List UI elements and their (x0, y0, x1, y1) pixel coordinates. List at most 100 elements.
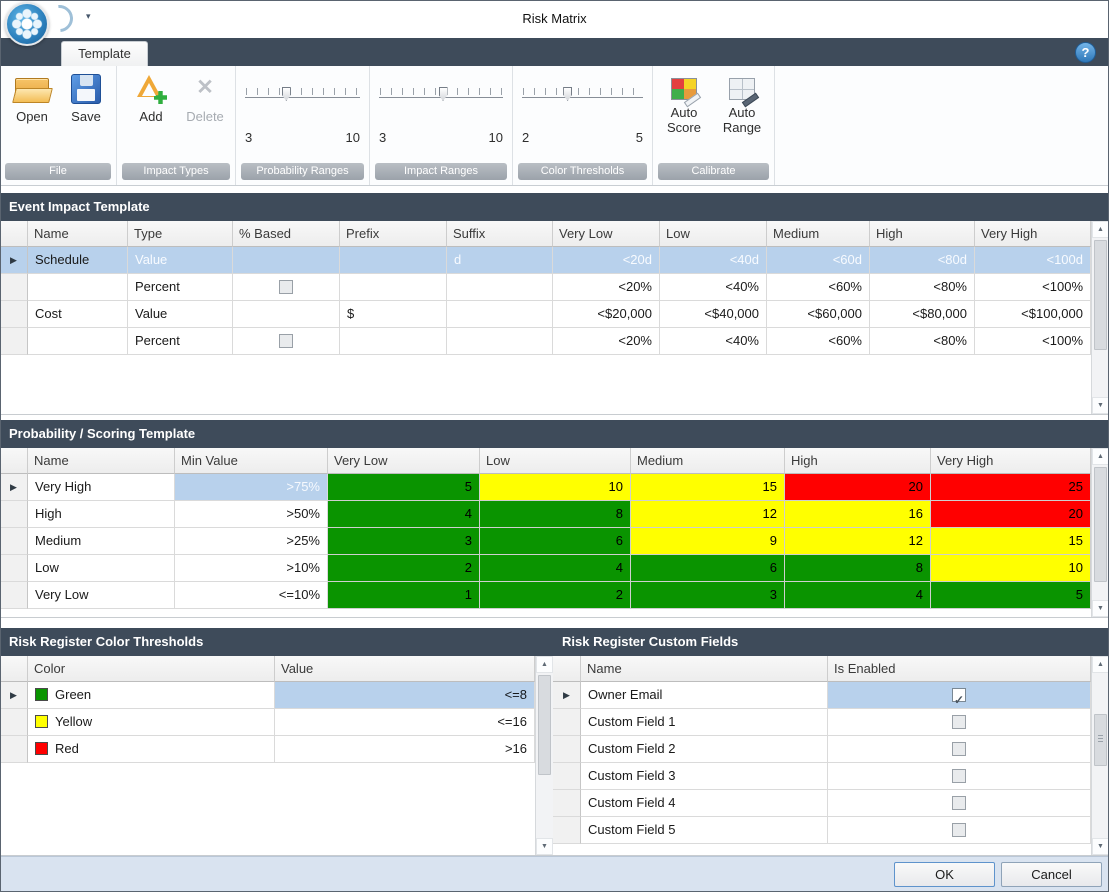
score-cell[interactable]: 10 (480, 474, 631, 501)
column-header-pct-based[interactable]: % Based (233, 221, 340, 247)
cell-min-value[interactable]: <=10% (175, 582, 328, 609)
score-cell[interactable]: 3 (328, 528, 480, 555)
row-selector[interactable] (0, 582, 28, 609)
probability-ranges-slider[interactable] (245, 88, 360, 118)
cancel-button[interactable]: Cancel (1001, 862, 1102, 887)
cell-type[interactable]: Percent (128, 274, 233, 301)
row-selector[interactable] (553, 763, 581, 790)
column-header-very-high[interactable]: Very High (975, 221, 1091, 247)
scrollbar-thumb[interactable] (1094, 240, 1107, 350)
cell-type[interactable]: Percent (128, 328, 233, 355)
probability-row-very-low[interactable]: Very Low <=10% 1 2 3 4 5 (0, 582, 1091, 609)
column-header-color[interactable]: Color (28, 656, 275, 682)
tab-template[interactable]: Template (61, 41, 148, 66)
score-cell[interactable]: 4 (328, 501, 480, 528)
cell-pct-based[interactable]: ✓ (233, 328, 340, 355)
cell-min-value[interactable]: >50% (175, 501, 328, 528)
is-enabled-checkbox[interactable]: ✓ (952, 688, 966, 702)
save-button[interactable]: Save (60, 74, 112, 124)
cell-prefix[interactable] (340, 328, 447, 355)
row-selector[interactable] (553, 736, 581, 763)
row-selector[interactable] (0, 274, 28, 301)
cell-is-enabled[interactable]: ✓ (828, 790, 1091, 817)
cell-very-low[interactable]: <$20,000 (553, 301, 660, 328)
score-cell[interactable]: 16 (785, 501, 931, 528)
column-header-medium[interactable]: Medium (631, 448, 785, 474)
scroll-down-button[interactable]: ▼ (1092, 397, 1109, 414)
cell-very-low[interactable]: <20% (553, 328, 660, 355)
slider-track[interactable] (245, 97, 360, 98)
custom-field-row-4[interactable]: Custom Field 4 ✓ (553, 790, 1091, 817)
custom-field-row-2[interactable]: Custom Field 2 ✓ (553, 736, 1091, 763)
score-cell[interactable]: 5 (328, 474, 480, 501)
row-selector[interactable]: ▶ (553, 682, 581, 709)
cell-name[interactable]: Owner Email (581, 682, 828, 709)
row-selector[interactable]: ▶ (0, 682, 28, 709)
cell-is-enabled[interactable]: ✓ (828, 763, 1091, 790)
auto-score-button[interactable]: Auto Score (657, 74, 711, 135)
is-enabled-checkbox[interactable]: ✓ (952, 742, 966, 756)
cell-very-high[interactable]: <100d (975, 247, 1091, 274)
cell-suffix[interactable] (447, 328, 553, 355)
scroll-down-button[interactable]: ▼ (1092, 600, 1109, 617)
cell-value[interactable]: >16 (275, 736, 535, 763)
cell-name[interactable]: Custom Field 4 (581, 790, 828, 817)
vertical-scrollbar[interactable]: ▲ ▼ (535, 656, 553, 855)
cell-low[interactable]: <40d (660, 247, 767, 274)
cell-name[interactable]: Low (28, 555, 175, 582)
scrollbar-thumb[interactable] (1094, 714, 1107, 766)
cell-is-enabled[interactable]: ✓ (828, 682, 1091, 709)
is-enabled-checkbox[interactable]: ✓ (952, 769, 966, 783)
row-selector[interactable] (553, 709, 581, 736)
score-cell[interactable]: 4 (480, 555, 631, 582)
color-thresholds-slider[interactable] (522, 88, 643, 118)
is-enabled-checkbox[interactable]: ✓ (952, 823, 966, 837)
cell-suffix[interactable] (447, 301, 553, 328)
row-selector[interactable] (0, 328, 28, 355)
score-cell[interactable]: 15 (631, 474, 785, 501)
cell-is-enabled[interactable]: ✓ (828, 817, 1091, 844)
cell-name[interactable]: Cost (28, 301, 128, 328)
cell-name[interactable]: Very High (28, 474, 175, 501)
cell-very-low[interactable]: <20d (553, 247, 660, 274)
score-cell[interactable]: 1 (328, 582, 480, 609)
cell-name[interactable] (28, 274, 128, 301)
cell-high[interactable]: <80d (870, 247, 975, 274)
cell-pct-based[interactable]: ✓ (233, 274, 340, 301)
column-header-name[interactable]: Name (28, 221, 128, 247)
cell-type[interactable]: Value (128, 301, 233, 328)
row-selector[interactable] (553, 817, 581, 844)
cell-min-value[interactable]: >25% (175, 528, 328, 555)
score-cell[interactable]: 9 (631, 528, 785, 555)
probability-row-very-high[interactable]: ▶ Very High >75% 5 10 15 20 25 (0, 474, 1091, 501)
score-cell[interactable]: 6 (631, 555, 785, 582)
cell-prefix[interactable]: $ (340, 301, 447, 328)
score-cell[interactable]: 20 (931, 501, 1091, 528)
cell-name[interactable]: Custom Field 2 (581, 736, 828, 763)
help-button[interactable]: ? (1075, 42, 1096, 63)
column-header-very-low[interactable]: Very Low (328, 448, 480, 474)
cell-high[interactable]: <$80,000 (870, 301, 975, 328)
scroll-up-button[interactable]: ▲ (1092, 656, 1109, 673)
score-cell[interactable]: 2 (480, 582, 631, 609)
score-cell[interactable]: 15 (931, 528, 1091, 555)
row-selector[interactable] (0, 555, 28, 582)
auto-range-button[interactable]: Auto Range (715, 74, 769, 135)
cell-medium[interactable]: <60d (767, 247, 870, 274)
cell-low[interactable]: <40% (660, 328, 767, 355)
add-button[interactable]: Add (125, 74, 177, 124)
cell-name[interactable]: Custom Field 5 (581, 817, 828, 844)
ok-button[interactable]: OK (894, 862, 995, 887)
score-cell[interactable]: 12 (631, 501, 785, 528)
probability-row-high[interactable]: High >50% 4 8 12 16 20 (0, 501, 1091, 528)
scroll-down-button[interactable]: ▼ (1092, 838, 1109, 855)
column-header-very-high[interactable]: Very High (931, 448, 1091, 474)
cell-value[interactable]: <=8 (275, 682, 535, 709)
score-cell[interactable]: 4 (785, 582, 931, 609)
score-cell[interactable]: 8 (785, 555, 931, 582)
cell-medium[interactable]: <60% (767, 328, 870, 355)
column-header-prefix[interactable]: Prefix (340, 221, 447, 247)
event-impact-row-cost-percent[interactable]: Percent ✓ <20% <40% <60% <80% <100% (0, 328, 1091, 355)
cell-pct-based[interactable] (233, 247, 340, 274)
column-header-high[interactable]: High (785, 448, 931, 474)
